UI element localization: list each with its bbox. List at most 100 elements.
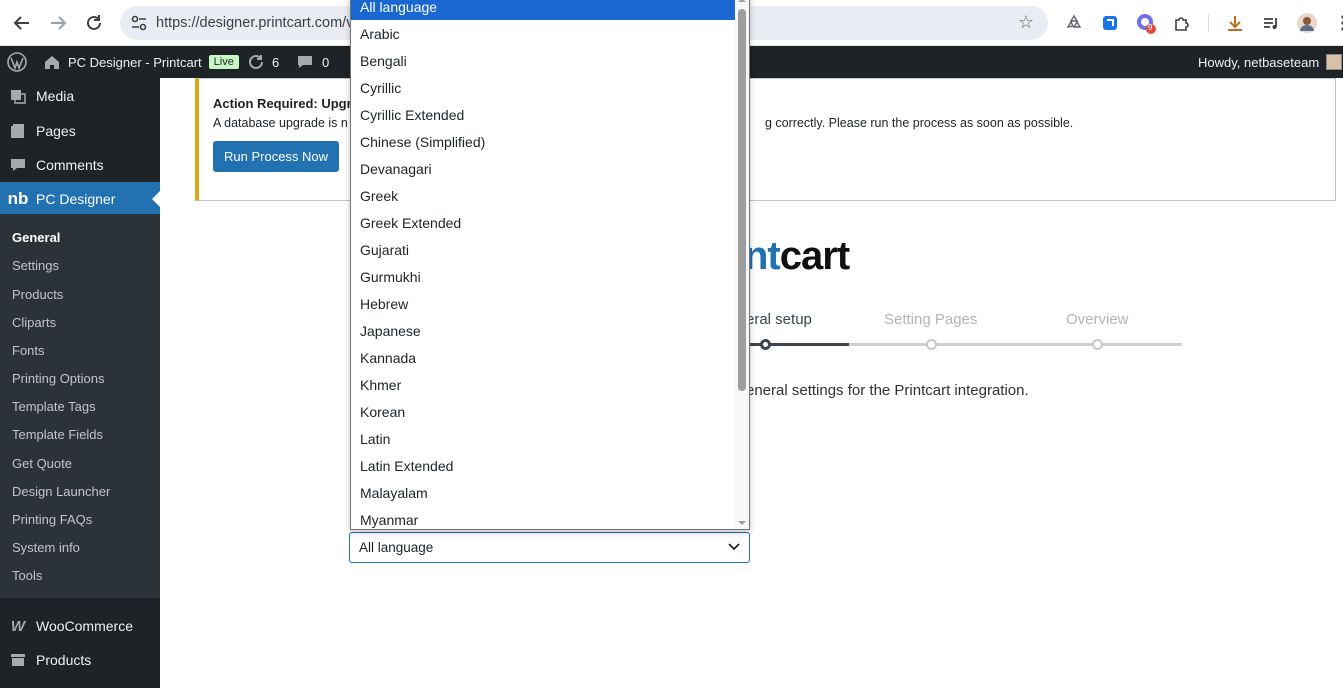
- run-process-button[interactable]: Run Process Now: [213, 141, 340, 172]
- option-greek[interactable]: Greek: [351, 182, 736, 209]
- toolbar-divider: [1208, 14, 1209, 32]
- sidebar-item-label: PC Designer: [36, 191, 116, 207]
- puzzle-extensions-icon[interactable]: [1170, 11, 1194, 35]
- sidebar-item-label: Comments: [36, 157, 104, 173]
- scroll-down-arrow-icon[interactable]: [738, 519, 746, 527]
- sidebar-item-pages[interactable]: Pages: [0, 114, 160, 148]
- sidebar-item-pc-designer[interactable]: nb PC Designer: [0, 182, 160, 216]
- pages-icon: [0, 122, 36, 140]
- ai-extension-icon[interactable]: 9: [1134, 11, 1158, 35]
- media-control-icon[interactable]: [1259, 11, 1283, 35]
- browser-menu-icon[interactable]: [1331, 11, 1343, 35]
- option-kannada[interactable]: Kannada: [351, 344, 736, 371]
- submenu-general[interactable]: General: [12, 230, 60, 245]
- bookmark-star-icon[interactable]: ☆: [1018, 12, 1034, 33]
- option-devanagari[interactable]: Devanagari: [351, 155, 736, 182]
- option-latin[interactable]: Latin: [351, 425, 736, 452]
- notice-title: Action Required: Upgr: [213, 96, 352, 111]
- language-select[interactable]: All language: [349, 532, 750, 563]
- translate-extension-icon[interactable]: [1098, 11, 1122, 35]
- updates-link[interactable]: 6: [247, 46, 279, 78]
- sidebar-item-label: Pages: [36, 123, 76, 139]
- submenu-printing-faqs[interactable]: Printing FAQs: [12, 512, 92, 527]
- sidebar-item-label: WooCommerce: [36, 618, 133, 634]
- sidebar-item-products[interactable]: Products: [0, 643, 160, 677]
- submenu-get-quote[interactable]: Get Quote: [12, 456, 72, 471]
- step-dot-setting-pages: [926, 339, 937, 350]
- submenu-products[interactable]: Products: [12, 287, 63, 302]
- forward-arrow-icon[interactable]: [45, 10, 71, 36]
- submenu-system-info[interactable]: System info: [12, 540, 80, 555]
- updates-icon: [248, 54, 263, 69]
- pc-designer-submenu: General Settings Products Cliparts Fonts…: [0, 214, 160, 598]
- submenu-tools[interactable]: Tools: [12, 568, 42, 583]
- url-text[interactable]: https://designer.printcart.com/v: [156, 15, 353, 31]
- option-cyrillic-extended[interactable]: Cyrillic Extended: [351, 101, 736, 128]
- option-greek-extended[interactable]: Greek Extended: [351, 209, 736, 236]
- products-icon: [0, 651, 36, 669]
- submenu-template-fields[interactable]: Template Fields: [12, 427, 103, 442]
- step-dot-overview: [1092, 339, 1103, 350]
- user-avatar: [1326, 54, 1343, 70]
- submenu-fonts[interactable]: Fonts: [12, 343, 45, 358]
- media-icon: [0, 87, 36, 105]
- comments-icon: [0, 156, 36, 174]
- home-icon: [45, 56, 59, 69]
- step-description: eneral settings for the Printcart integr…: [746, 382, 1029, 399]
- submenu-cliparts[interactable]: Cliparts: [12, 315, 56, 330]
- back-arrow-icon[interactable]: [9, 10, 35, 36]
- option-cyrillic[interactable]: Cyrillic: [351, 74, 736, 101]
- option-arabic[interactable]: Arabic: [351, 20, 736, 47]
- step-setting-pages[interactable]: Setting Pages: [884, 311, 977, 328]
- submenu-printing-options[interactable]: Printing Options: [12, 371, 105, 386]
- site-name: PC Designer - Printcart: [68, 54, 202, 70]
- recycle-extension-icon[interactable]: [1062, 11, 1086, 35]
- sidebar-item-label: Media: [36, 88, 75, 104]
- updates-count: 6: [272, 54, 280, 70]
- site-info-icon[interactable]: [130, 14, 148, 32]
- option-japanese[interactable]: Japanese: [351, 317, 736, 344]
- download-icon[interactable]: [1223, 11, 1247, 35]
- language-select-value: All language: [359, 540, 434, 555]
- option-bengali[interactable]: Bengali: [351, 47, 736, 74]
- scroll-up-arrow-icon[interactable]: [738, 0, 746, 4]
- comment-bubble-icon: [298, 56, 312, 68]
- option-gurmukhi[interactable]: Gurmukhi: [351, 263, 736, 290]
- scrollbar-thumb[interactable]: [738, 9, 746, 391]
- option-hebrew[interactable]: Hebrew: [351, 290, 736, 317]
- submenu-settings[interactable]: Settings: [12, 258, 59, 273]
- logo-partial-dark: cart: [779, 234, 850, 278]
- sidebar-item-woocommerce[interactable]: W WooCommerce: [0, 609, 160, 643]
- option-myanmar[interactable]: Myanmar: [351, 506, 736, 529]
- submenu-template-tags[interactable]: Template Tags: [12, 399, 96, 414]
- notice-text-continued: g correctly. Please run the process as s…: [765, 116, 1074, 130]
- notice-text: A database upgrade is n: [213, 116, 348, 130]
- woocommerce-icon: W: [10, 617, 26, 635]
- submenu-design-launcher[interactable]: Design Launcher: [12, 484, 110, 499]
- sidebar-item-label: Products: [36, 652, 92, 668]
- site-name-link[interactable]: PC Designer - Printcart Live: [44, 46, 239, 78]
- comments-count: 0: [322, 54, 330, 70]
- nb-logo-icon: nb: [7, 189, 29, 208]
- chevron-down-icon: [728, 543, 740, 551]
- sidebar-item-comments[interactable]: Comments: [0, 148, 160, 182]
- option-khmer[interactable]: Khmer: [351, 371, 736, 398]
- dropdown-scrollbar[interactable]: [735, 0, 749, 529]
- comments-link[interactable]: 0: [297, 46, 329, 78]
- step-overview[interactable]: Overview: [1066, 311, 1129, 328]
- wordpress-logo-icon[interactable]: [7, 46, 27, 78]
- step-dot-general-setup: [760, 339, 771, 350]
- my-account-link[interactable]: Howdy, netbaseteam: [1198, 46, 1343, 78]
- profile-avatar-icon[interactable]: [1295, 11, 1319, 35]
- option-korean[interactable]: Korean: [351, 398, 736, 425]
- option-gujarati[interactable]: Gujarati: [351, 236, 736, 263]
- extension-badge: 9: [1148, 23, 1153, 32]
- step-general-setup[interactable]: eral setup: [746, 311, 812, 328]
- admin-sidebar: Media Pages Comments nb PC Designer Gene…: [0, 78, 160, 688]
- option-latin-extended[interactable]: Latin Extended: [351, 452, 736, 479]
- sidebar-item-media[interactable]: Media: [0, 79, 160, 113]
- reload-icon[interactable]: [81, 10, 107, 36]
- option-chinese-simplified[interactable]: Chinese (Simplified): [351, 128, 736, 155]
- option-all-language[interactable]: All language: [351, 0, 736, 20]
- option-malayalam[interactable]: Malayalam: [351, 479, 736, 506]
